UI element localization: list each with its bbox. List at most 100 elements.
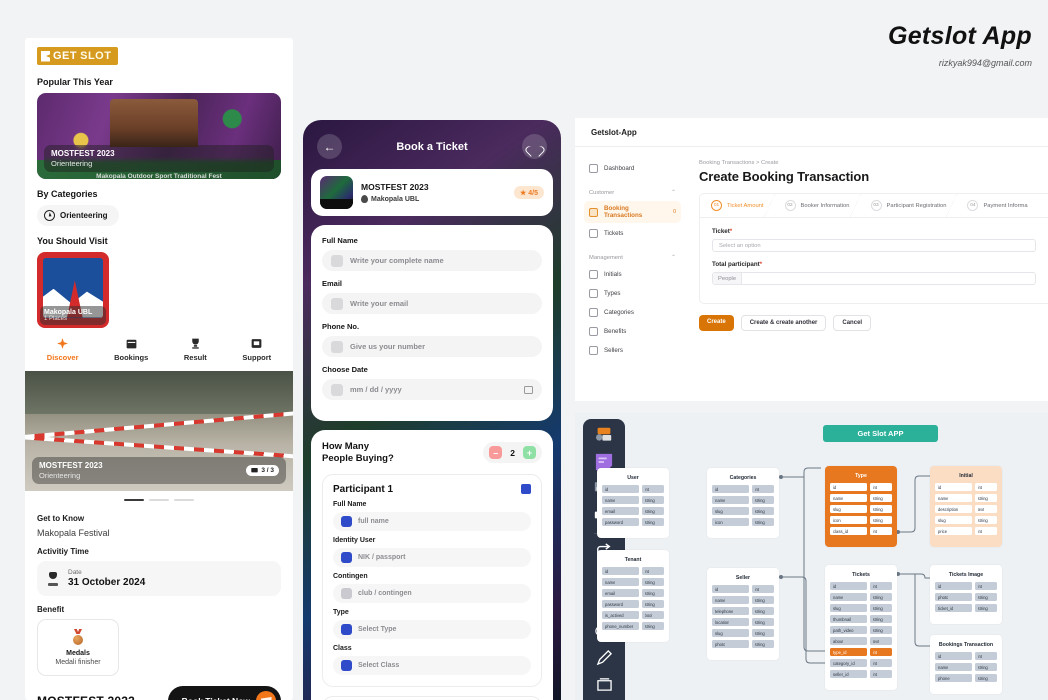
category-chip-orienteering[interactable]: Orienteering — [37, 204, 119, 226]
erd-table[interactable]: Tenant id int name string email string password… — [597, 550, 669, 642]
erd-table-row: id int — [935, 483, 997, 491]
input-full-name[interactable]: Write your complete name — [322, 250, 542, 271]
tab-result[interactable]: Result — [184, 337, 207, 362]
erd-field-name: slug — [712, 507, 749, 515]
erd-table-title: Tickets — [852, 572, 870, 578]
sidebar-item-categories[interactable]: Categories — [584, 304, 681, 321]
carousel-dots[interactable] — [25, 491, 293, 506]
erd-field-name: name — [830, 593, 867, 601]
p1-input-contingen[interactable]: club / contingen — [333, 583, 531, 603]
breadcrumb[interactable]: Booking Transactions > Create — [699, 160, 1048, 166]
back-button[interactable]: ← — [317, 134, 342, 159]
tab-support-label: Support — [242, 352, 272, 362]
sidebar-item-benefits-label: Benefits — [604, 328, 627, 335]
carousel-dot-2[interactable] — [149, 498, 169, 501]
cancel-button[interactable]: Cancel — [833, 315, 872, 331]
sidebar-item-dashboard[interactable]: Dashboard — [584, 160, 681, 177]
erd-table[interactable]: User id int name string email string password st… — [597, 468, 669, 538]
sidebar-group-management[interactable]: Management ⌃ — [584, 254, 681, 262]
section-popular-title: Popular This Year — [37, 76, 113, 87]
p1-input-identity[interactable]: NIK / passport — [333, 547, 531, 567]
erd-table[interactable]: Bookings Transaction id int name string phone… — [930, 635, 1002, 694]
selected-ticket-card[interactable]: MOSTFEST 2023 Makopala UBL ★ 4/5 — [311, 169, 553, 216]
select-ticket[interactable]: Select an option — [712, 239, 1036, 252]
tab-bookings[interactable]: Bookings — [114, 337, 148, 362]
crop-icon[interactable] — [593, 675, 615, 693]
erd-field-type: text — [974, 505, 997, 513]
carousel-dot-3[interactable] — [174, 498, 194, 501]
detail-footer: MOSTFEST 2023 Book Ticket Now — [37, 676, 281, 700]
sidebar-group-customer[interactable]: Customer ⌃ — [584, 189, 681, 197]
erd-field-type: int — [869, 648, 892, 656]
erd-table[interactable]: Tickets id int name string slug string thumbnai… — [825, 565, 897, 690]
select-ticket-placeholder: Select an option — [719, 242, 761, 249]
erd-field-name: description — [935, 505, 972, 513]
erd-table[interactable]: Categories id int name string slug string icon s… — [707, 468, 779, 538]
input-email[interactable]: Write your email — [322, 293, 542, 314]
participant-1-header: Participant 1 — [333, 484, 531, 495]
erd-table-row: ticket_id string — [935, 604, 997, 612]
input-total-participant[interactable]: People — [712, 272, 1036, 285]
erd-field-name: name — [712, 496, 749, 504]
decrement-button[interactable]: – — [489, 446, 503, 460]
favorite-button[interactable] — [522, 134, 547, 159]
ticket-outline-icon — [589, 229, 598, 238]
sidebar-item-benefits[interactable]: Benefits — [584, 323, 681, 340]
tab-discover[interactable]: Discover — [47, 337, 78, 362]
input-date[interactable]: mm / dd / yyyy — [322, 379, 542, 400]
hero-title: MOSTFEST 2023 — [51, 148, 115, 158]
sidebar-item-tickets[interactable]: Tickets — [584, 225, 681, 242]
total-participant-prefix: People — [713, 273, 743, 284]
erd-field-type: int — [751, 585, 774, 593]
input-phone[interactable]: Give us your number — [322, 336, 542, 357]
popular-hero-card[interactable]: MOSTFEST 2023 Orienteering Makopala Outd… — [37, 92, 281, 179]
erd-table-row: name string — [602, 578, 664, 586]
step-payment-information[interactable]: 04 Payment Informa — [956, 194, 1037, 217]
sidebar-item-booking-transactions[interactable]: Booking Transactions 0 — [584, 201, 681, 223]
p1-select-type[interactable]: Select Type — [333, 619, 531, 639]
p1-input-full-name[interactable]: full name — [333, 511, 531, 531]
detail-photo-badge: MOSTFEST 2023 Orienteering 3 / 3 — [32, 456, 286, 484]
erd-table[interactable]: Initial id int name string description text slu… — [930, 466, 1002, 547]
step-booker-information[interactable]: 02 Booker Information — [774, 194, 861, 217]
create-and-create-another-button[interactable]: Create & create another — [740, 315, 827, 331]
sidebar-item-types[interactable]: Types — [584, 285, 681, 302]
erd-field-type: int — [974, 527, 997, 535]
ticket-icon — [41, 50, 50, 62]
p1-select-class[interactable]: Select Class — [333, 655, 531, 675]
erd-table[interactable]: Type id int name string slug string icon string c… — [825, 466, 897, 547]
erd-table[interactable]: Seller id int name string telephone string loca… — [707, 568, 779, 660]
step-ticket-amount[interactable]: 01 Ticket Amount — [700, 194, 775, 217]
calendar-icon — [331, 383, 343, 396]
erd-title-pill: Get Slot APP — [823, 425, 938, 442]
get-to-know-label: Get to Know — [37, 514, 85, 523]
calendar-picker-icon[interactable] — [524, 385, 533, 394]
erd-table-row: location string — [712, 618, 774, 626]
visit-card-makopala[interactable]: Makopala UBL 1 Places — [37, 251, 109, 328]
step-participant-registration[interactable]: 03 Participant Registration — [860, 194, 958, 217]
erd-table[interactable]: Tickets Image id int photo string ticket_id st… — [930, 565, 1002, 624]
erd-field-name: class_id — [830, 527, 867, 535]
carousel-dot-1[interactable] — [124, 498, 144, 501]
erd-field-name: id — [935, 582, 972, 590]
create-button[interactable]: Create — [699, 315, 734, 331]
book-ticket-button[interactable]: Book Ticket Now — [167, 686, 281, 700]
sidebar-group-customer-label: Customer — [589, 189, 615, 196]
admin-topbar: Getslot-App — [575, 118, 1048, 147]
pen-icon[interactable] — [593, 649, 615, 667]
edit-icon[interactable] — [521, 484, 531, 495]
quantity-stepper[interactable]: – 2 + — [483, 442, 542, 464]
brand-email: rizkyak994@gmail.com — [938, 58, 1032, 68]
phone-mockup-panel: ← Book a Ticket MOSTFEST 2023 Makopala U… — [303, 120, 561, 700]
shape-icon[interactable] — [593, 426, 615, 444]
erd-table-row: phone_number string — [602, 622, 664, 630]
tab-support[interactable]: Support — [242, 337, 271, 362]
hero-badge: MOSTFEST 2023 Orienteering — [44, 144, 274, 172]
logo-text-slot: SLOT — [80, 50, 112, 62]
sidebar-item-initials[interactable]: Initials — [584, 266, 681, 283]
field-label-ticket: Ticket* — [712, 228, 1036, 235]
detail-photo-carousel[interactable]: MOSTFEST 2023 Orienteering 3 / 3 — [25, 370, 293, 491]
sidebar-item-sellers[interactable]: Sellers — [584, 342, 681, 359]
erd-field-type: string — [751, 629, 774, 637]
increment-button[interactable]: + — [523, 446, 536, 460]
